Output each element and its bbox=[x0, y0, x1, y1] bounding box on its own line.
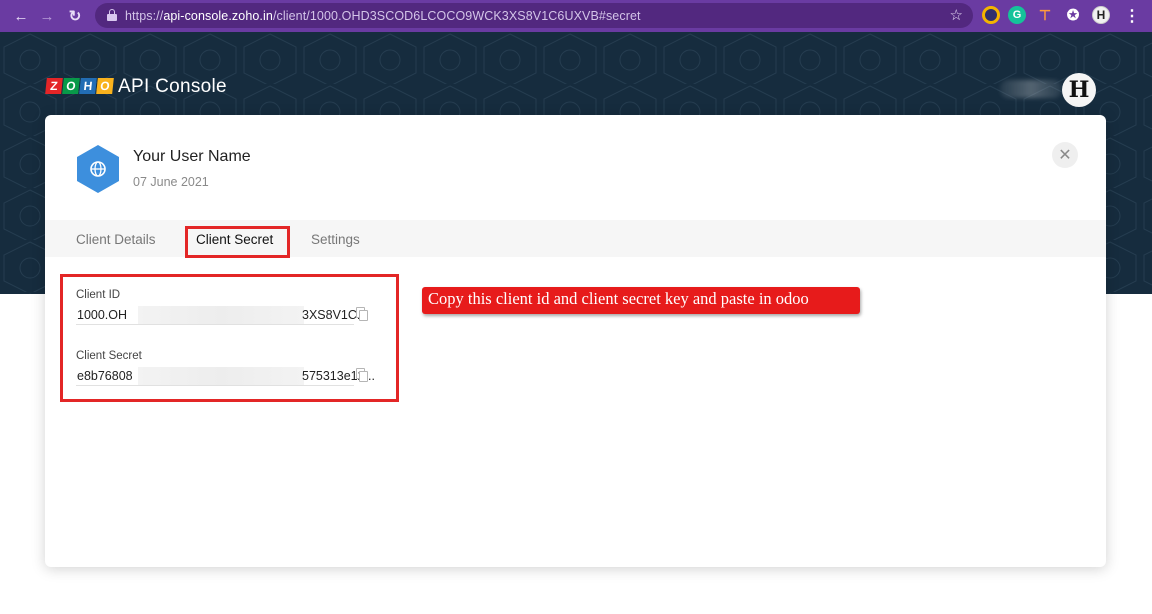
address-bar[interactable]: https://api-console.zoho.in/client/1000.… bbox=[95, 3, 973, 28]
app-title: API Console bbox=[118, 76, 227, 97]
redaction-blur bbox=[138, 367, 304, 385]
copy-icon[interactable] bbox=[356, 368, 368, 382]
client-date: 07 June 2021 bbox=[133, 175, 209, 189]
extension-ring-icon[interactable] bbox=[982, 6, 1000, 24]
browser-menu-icon[interactable]: ⋮ bbox=[1124, 6, 1140, 26]
back-arrow-icon[interactable]: ← bbox=[10, 5, 32, 27]
reload-icon[interactable]: ↻ bbox=[64, 5, 86, 27]
tab-client-details[interactable]: Client Details bbox=[76, 232, 156, 247]
tab-settings[interactable]: Settings bbox=[311, 232, 360, 247]
copy-icon[interactable] bbox=[356, 307, 368, 321]
globe-icon bbox=[77, 145, 119, 193]
redaction-blur bbox=[138, 306, 304, 324]
zoho-logo: Z O H O bbox=[45, 78, 114, 94]
url-text: https://api-console.zoho.in/client/1000.… bbox=[125, 9, 641, 23]
client-card: Your User Name 07 June 2021 ✕ Client Det… bbox=[45, 115, 1106, 567]
client-secret-label: Client Secret bbox=[76, 350, 142, 362]
lock-icon bbox=[107, 9, 117, 21]
tab-highlight-box bbox=[185, 226, 290, 258]
close-icon[interactable]: ✕ bbox=[1052, 142, 1078, 168]
user-name-redacted bbox=[1000, 80, 1062, 98]
extensions-puzzle-icon[interactable]: ✪ bbox=[1064, 6, 1082, 24]
client-id-label: Client ID bbox=[76, 289, 121, 301]
client-name: Your User Name bbox=[133, 148, 251, 165]
bookmark-star-icon[interactable]: ☆ bbox=[950, 6, 963, 24]
client-secret-value[interactable]: e8b76808 575313e12... bbox=[76, 367, 375, 386]
instruction-callout: Copy this client id and client secret ke… bbox=[422, 287, 860, 314]
profile-avatar-icon[interactable]: H bbox=[1092, 6, 1110, 24]
browser-toolbar: ← → ↻ https://api-console.zoho.in/client… bbox=[0, 0, 1152, 32]
client-id-value[interactable]: 1000.OH 3XS8V1C... bbox=[76, 306, 367, 325]
grammarly-extension-icon[interactable]: G bbox=[1008, 6, 1026, 24]
forward-arrow-icon[interactable]: → bbox=[36, 5, 58, 27]
tab-bar: Client Details Client Secret Settings bbox=[45, 220, 1106, 258]
user-avatar[interactable]: H bbox=[1062, 73, 1096, 107]
extension-flag-icon[interactable]: ⊤ bbox=[1036, 6, 1054, 24]
